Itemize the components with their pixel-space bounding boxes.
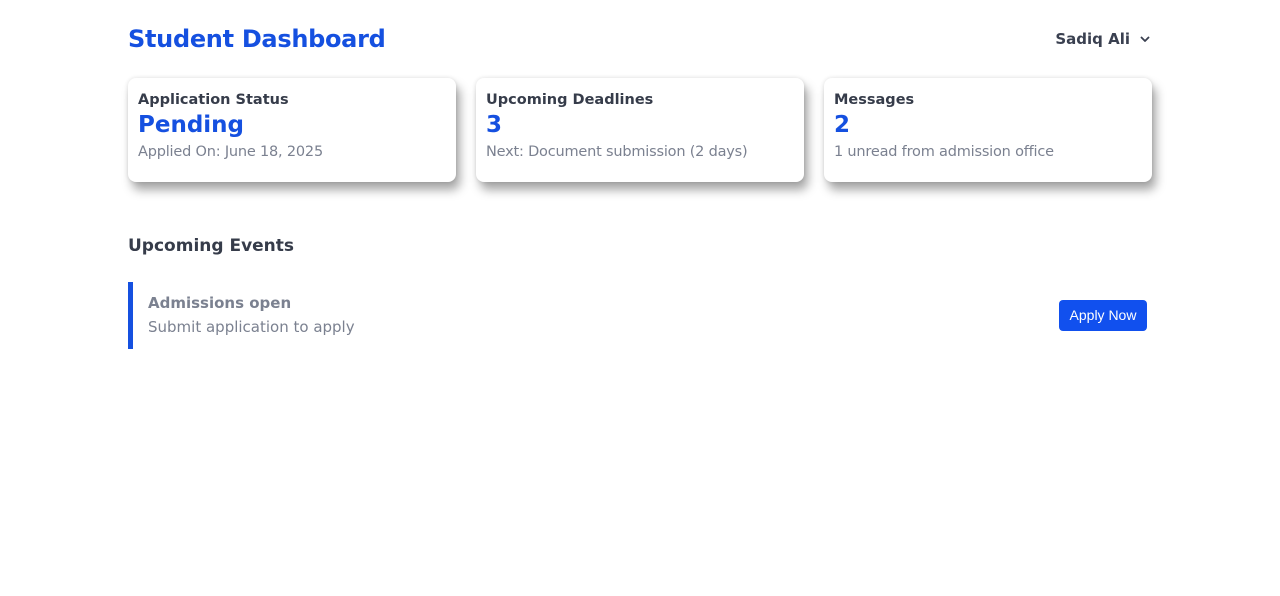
upcoming-deadlines-card: Upcoming Deadlines 3 Next: Document subm… (476, 78, 804, 182)
card-label: Application Status (138, 92, 289, 108)
card-label: Messages (834, 92, 915, 108)
application-status-card: Application Status Pending Applied On: J… (128, 78, 456, 182)
dashboard-page: Student Dashboard Sadiq Ali Application … (0, 0, 1280, 596)
messages-card: Messages 2 1 unread from admission offic… (824, 78, 1152, 182)
event-title: Admissions open (148, 294, 292, 312)
card-subtext: Next: Document submission (2 days) (486, 144, 748, 160)
card-label: Upcoming Deadlines (486, 92, 654, 108)
user-name: Sadiq Ali (1055, 30, 1130, 48)
card-value: 2 (834, 112, 851, 138)
card-subtext: Applied On: June 18, 2025 (138, 144, 323, 160)
apply-now-button[interactable]: Apply Now (1059, 300, 1147, 331)
summary-cards: Application Status Pending Applied On: J… (128, 78, 1153, 182)
upcoming-events-heading: Upcoming Events (128, 236, 295, 256)
chevron-down-icon (1140, 36, 1150, 43)
user-menu[interactable]: Sadiq Ali (1055, 30, 1150, 48)
card-value: Pending (138, 112, 245, 138)
event-item: Admissions open Submit application to ap… (128, 282, 1152, 349)
header: Student Dashboard Sadiq Ali (128, 22, 1152, 56)
card-subtext: 1 unread from admission office (834, 144, 1054, 160)
event-description: Submit application to apply (148, 318, 355, 336)
page-title: Student Dashboard (128, 25, 386, 53)
card-value: 3 (486, 112, 503, 138)
